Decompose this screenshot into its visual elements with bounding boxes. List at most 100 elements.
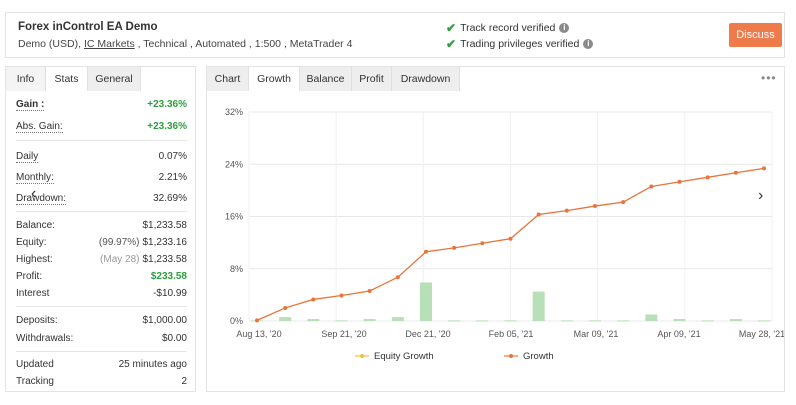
x-tick-label: Feb 05, '21 (489, 329, 534, 339)
stat-value: -$10.99 (153, 288, 187, 299)
stat-label: Withdrawals: (16, 333, 74, 344)
equity-amount: $1,233.16 (142, 237, 188, 248)
stat-withdrawals: Withdrawals: $0.00 (16, 333, 187, 344)
stat-deposits: Deposits: $1,000.00 (16, 315, 187, 326)
growth-point (339, 293, 344, 298)
trading-privileges-label: Trading privileges verified (460, 38, 580, 50)
stat-updated: Updated 25 minutes ago (16, 359, 187, 370)
stat-value: $233.58 (150, 271, 187, 282)
broker-link[interactable]: IC Markets (84, 38, 135, 50)
equity-growth-bar (532, 291, 545, 321)
stat-label[interactable]: Drawdown: (16, 193, 67, 205)
equity-growth-bar (589, 320, 601, 322)
stat-tracking: Tracking 2 (16, 376, 187, 387)
x-tick-label: Sep 21, '20 (321, 329, 366, 339)
stat-daily: Daily 0.07% (16, 151, 187, 163)
legend-growth-marker (509, 354, 513, 358)
divider (16, 306, 187, 307)
stat-profit: Profit: $233.58 (16, 271, 187, 282)
stats-panel: Info Stats General Gain : +23.36% Abs. G… (5, 66, 196, 392)
account-type: Demo (USD), (18, 38, 84, 50)
divider (16, 211, 187, 212)
growth-point (452, 245, 457, 250)
x-tick-label: Dec 21, '20 (405, 329, 450, 339)
stat-label: Deposits: (16, 315, 58, 326)
growth-point (733, 170, 738, 175)
stat-gain: Gain : +23.36% (16, 99, 187, 111)
stat-balance: Balance: $1,233.58 (16, 220, 187, 231)
equity-growth-bar (645, 314, 658, 321)
y-tick-label: 16% (225, 212, 243, 222)
equity-growth-bar (673, 319, 686, 321)
legend-growth-label: Growth (523, 351, 554, 362)
x-tick-label: Apr 09, '21 (657, 329, 700, 339)
growth-point (677, 179, 682, 184)
tab-stats[interactable]: Stats (46, 67, 88, 91)
stat-value: $0.00 (161, 333, 187, 344)
stat-value: +23.36% (147, 121, 187, 132)
stat-label: Updated (16, 359, 54, 370)
growth-point (283, 305, 288, 310)
stat-monthly: Monthly: 2.21% (16, 172, 187, 184)
check-icon: ✔ (446, 37, 457, 51)
stat-label[interactable]: Gain : (16, 99, 45, 111)
stat-value: (99.97%) $1,233.16 (99, 237, 187, 248)
growth-point (395, 275, 400, 280)
equity-growth-bar (729, 319, 742, 321)
stat-label: Equity: (16, 237, 47, 248)
stats-tabs: Info Stats General (6, 67, 141, 91)
equity-growth-bar (560, 320, 573, 322)
growth-point (255, 318, 259, 323)
discuss-button[interactable]: Discuss (729, 23, 782, 47)
stat-equity: Equity: (99.97%) $1,233.16 (16, 237, 187, 248)
growth-point (593, 204, 597, 209)
divider (16, 351, 187, 352)
growth-point (367, 288, 372, 293)
growth-point (621, 200, 626, 205)
trading-privileges-verified: ✔ Trading privileges verified i (446, 37, 594, 51)
growth-point (762, 166, 766, 171)
equity-growth-bar (391, 317, 404, 321)
stat-label[interactable]: Monthly: (16, 172, 54, 184)
divider (16, 140, 187, 141)
system-title: Forex inControl EA Demo (18, 21, 158, 33)
growth-point (564, 208, 569, 213)
track-record-label: Track record verified (460, 22, 556, 34)
chart-panel: Chart Growth Balance Profit Drawdown •••… (206, 66, 785, 392)
legend-equity-marker (360, 354, 364, 358)
stat-value: 0.07% (158, 151, 187, 162)
stat-value: 2.21% (158, 172, 187, 183)
stat-label: Tracking (16, 376, 54, 387)
stat-drawdown: Drawdown: 32.69% (16, 193, 187, 205)
equity-growth-bar (363, 319, 376, 321)
y-tick-label: 8% (230, 264, 243, 274)
system-header: Forex inControl EA Demo Demo (USD), IC M… (5, 12, 785, 58)
legend-equity-label: Equity Growth (374, 351, 434, 362)
highest-amount: $1,233.58 (142, 254, 188, 265)
y-tick-label: 32% (225, 107, 243, 117)
x-tick-label: Aug 13, '20 (236, 329, 281, 339)
x-tick-label: May 28, '21 (739, 329, 784, 339)
stat-label[interactable]: Abs. Gain: (16, 121, 63, 133)
highest-date: (May 28) (100, 254, 140, 265)
y-tick-label: 0% (230, 316, 243, 326)
stat-interest: Interest -$10.99 (16, 288, 187, 299)
tab-info[interactable]: Info (6, 67, 46, 91)
stat-label: Profit: (16, 271, 43, 282)
chevron-right-icon[interactable]: › (758, 187, 763, 205)
tab-general[interactable]: General (88, 67, 141, 91)
equity-growth-bar (701, 320, 714, 322)
equity-growth-bar (476, 320, 489, 322)
equity-growth-bar (758, 320, 770, 322)
info-icon[interactable]: i (559, 23, 570, 33)
stat-abs-gain: Abs. Gain: +23.36% (16, 121, 187, 133)
equity-growth-bar (504, 320, 517, 322)
growth-point (311, 297, 316, 302)
stat-label[interactable]: Daily (16, 151, 39, 163)
chevron-left-icon[interactable]: ‹ (31, 185, 36, 203)
equity-percent: (99.97%) (98, 237, 140, 248)
info-icon[interactable]: i (583, 39, 594, 49)
stat-value: (May 28) $1,233.58 (100, 254, 187, 265)
track-record-verified: ✔ Track record verified i (446, 21, 570, 35)
stat-value: $1,000.00 (142, 315, 188, 326)
